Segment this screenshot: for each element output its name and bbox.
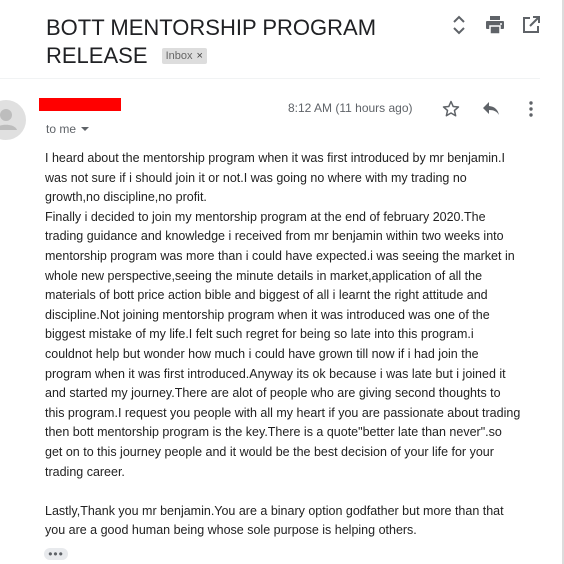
print-icon xyxy=(486,16,504,34)
inbox-label-chip[interactable]: Inbox × xyxy=(161,48,207,64)
inbox-label-text: Inbox xyxy=(165,50,193,62)
more-options-button[interactable] xyxy=(520,98,542,120)
subject-text: BOTT MENTORSHIP PROGRAM RELEASE xyxy=(46,15,377,68)
message-actions xyxy=(440,98,542,120)
person-avatar-icon xyxy=(0,100,26,140)
reply-icon xyxy=(483,102,499,115)
email-view: BOTT MENTORSHIP PROGRAM RELEASE Inbox × xyxy=(0,0,564,564)
header-divider xyxy=(0,78,540,79)
thread-actions xyxy=(448,14,542,36)
chevron-down-icon xyxy=(81,127,90,131)
more-vert-icon xyxy=(529,101,533,117)
print-button[interactable] xyxy=(484,14,506,36)
sender-name-redacted xyxy=(39,98,121,111)
message-timestamp: 8:12 AM (11 hours ago) xyxy=(288,101,413,115)
star-icon xyxy=(442,100,460,117)
open-new-window-button[interactable] xyxy=(520,14,542,36)
reply-button[interactable] xyxy=(480,98,502,120)
star-button[interactable] xyxy=(440,98,462,120)
message-body: I heard about the mentorship program whe… xyxy=(45,151,521,538)
remove-label-button[interactable]: × xyxy=(197,49,203,63)
sender-avatar[interactable] xyxy=(0,100,26,140)
recipient-details-toggle[interactable]: to me xyxy=(46,122,90,136)
show-trimmed-content-button[interactable]: ••• xyxy=(44,548,68,560)
unfold-icon xyxy=(453,15,465,35)
recipient-text: to me xyxy=(46,122,77,136)
expand-all-button[interactable] xyxy=(448,14,470,36)
email-subject: BOTT MENTORSHIP PROGRAM RELEASE Inbox × xyxy=(46,14,386,70)
open-in-new-window-icon xyxy=(523,16,540,33)
